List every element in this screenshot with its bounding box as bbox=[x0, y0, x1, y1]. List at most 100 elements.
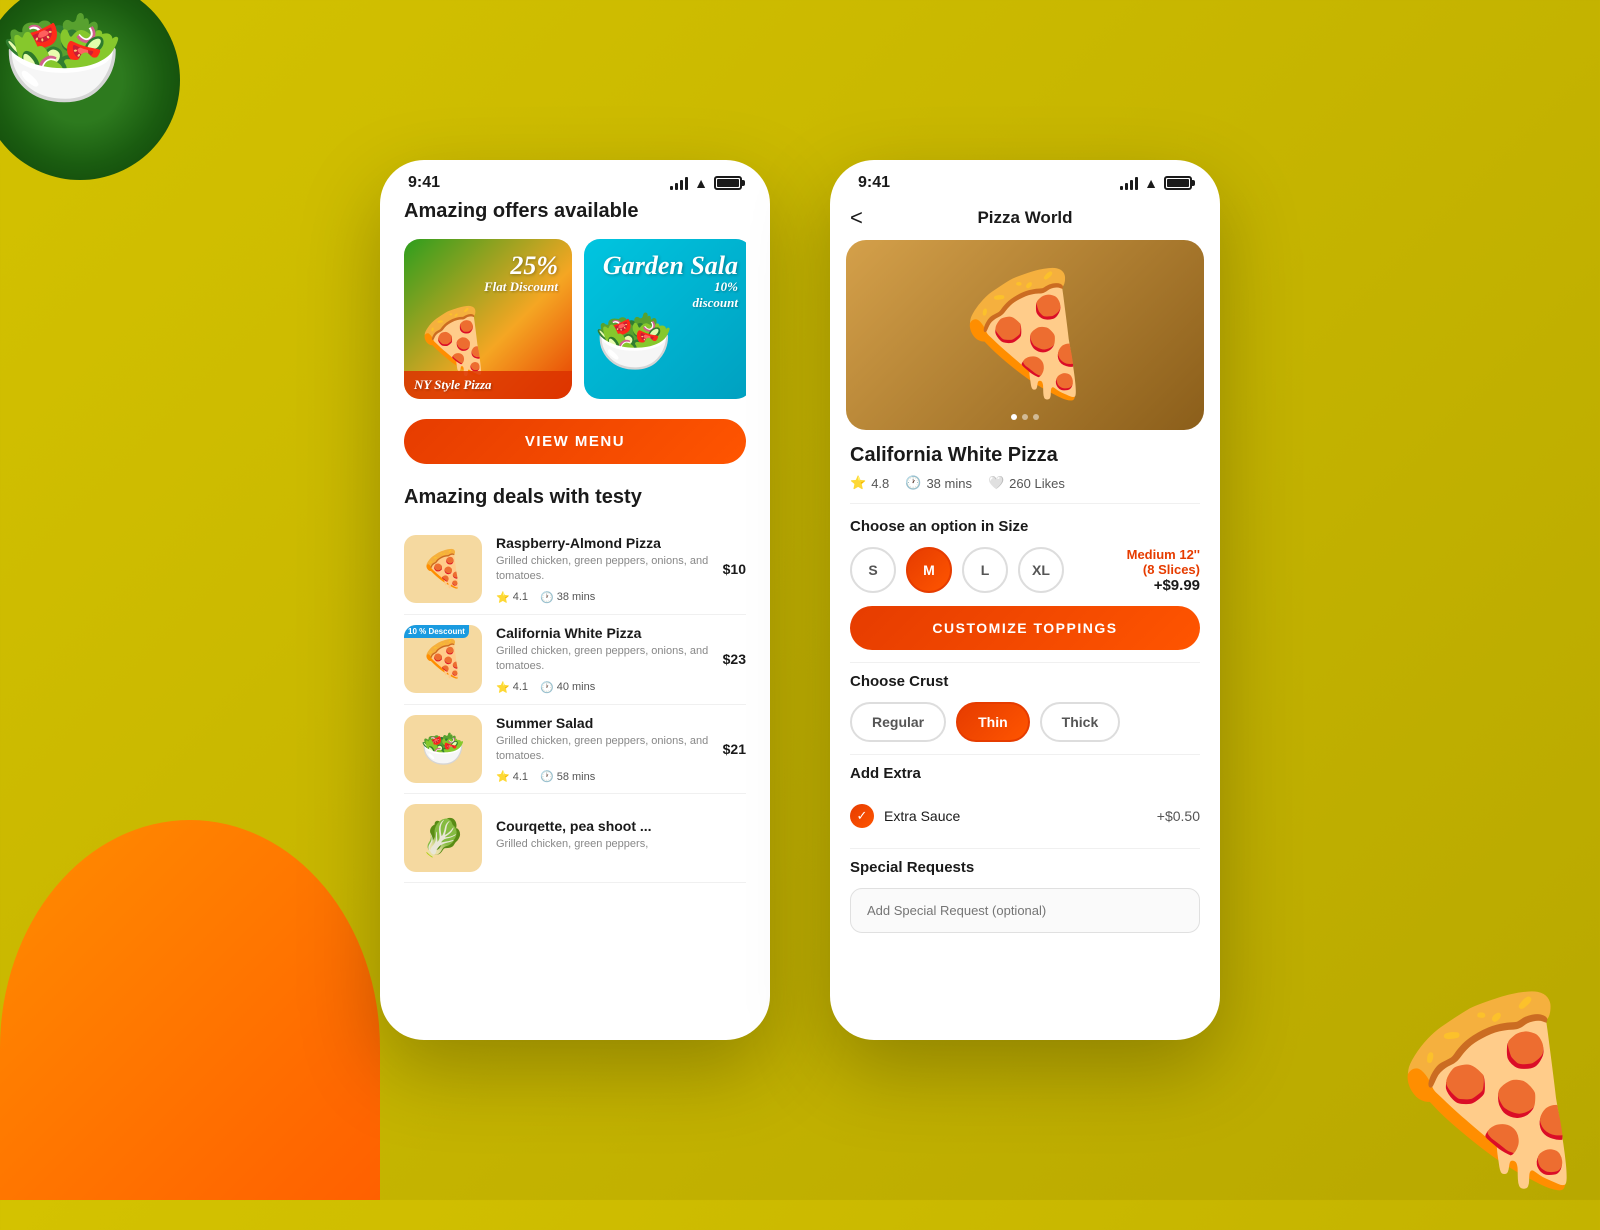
battery-icon-1 bbox=[714, 176, 742, 190]
pizza-decoration bbox=[1350, 950, 1600, 1230]
size-section-label: Choose an option in Size bbox=[850, 518, 1200, 535]
pizza-title: California White Pizza bbox=[850, 444, 1200, 467]
offer2-emoji: 🥗 bbox=[594, 304, 674, 379]
deal-info-3: Courqette, pea shoot ... Grilled chicken… bbox=[496, 818, 746, 858]
extra-item: ✓ Extra Sauce +$0.50 bbox=[850, 794, 1200, 838]
size-btn-l[interactable]: L bbox=[962, 547, 1008, 593]
divider-3 bbox=[850, 848, 1200, 849]
deal-info-1: California White Pizza Grilled chicken, … bbox=[496, 625, 709, 694]
deal-rating-0: ⭐ 4.1 bbox=[496, 591, 528, 604]
extra-price: +$0.50 bbox=[1157, 808, 1200, 824]
deal-item-1[interactable]: 10 % Descount 🍕 California White Pizza G… bbox=[404, 615, 746, 705]
phones-container: 9:41 ▲ Amazing offers available bbox=[380, 160, 1220, 1040]
battery-icon-2 bbox=[1164, 176, 1192, 190]
crust-btn-thin[interactable]: Thin bbox=[956, 702, 1030, 742]
size-info-label: Medium 12'' (8 Slices) bbox=[1080, 547, 1200, 577]
deals-title: Amazing deals with testy bbox=[404, 486, 746, 509]
crust-section-label: Choose Crust bbox=[850, 673, 1200, 690]
offers-title: Amazing offers available bbox=[404, 200, 746, 223]
phone1-content: Amazing offers available 25% Flat Discou… bbox=[380, 200, 770, 1040]
size-info: Medium 12'' (8 Slices) +$9.99 bbox=[1080, 547, 1200, 594]
deal-price-0: $10 bbox=[723, 561, 746, 577]
likes-value: 260 Likes bbox=[1009, 476, 1065, 491]
pizza-image: 🍕 bbox=[846, 240, 1204, 430]
deal-item-0[interactable]: 🍕 Raspberry-Almond Pizza Grilled chicken… bbox=[404, 525, 746, 615]
view-menu-button[interactable]: VIEW MENU bbox=[404, 419, 746, 464]
crust-btn-regular[interactable]: Regular bbox=[850, 702, 946, 742]
special-request-input[interactable] bbox=[850, 888, 1200, 933]
phone2-header: < Pizza World bbox=[830, 200, 1220, 240]
extra-section-label: Add Extra bbox=[850, 765, 1200, 782]
dot-1[interactable] bbox=[1011, 414, 1017, 420]
deal-img-0: 🍕 bbox=[404, 535, 482, 603]
back-button[interactable]: < bbox=[850, 205, 863, 231]
bg-orange-blob bbox=[0, 820, 380, 1200]
deal-desc-0: Grilled chicken, green peppers, onions, … bbox=[496, 554, 709, 585]
deal-img-1: 10 % Descount 🍕 bbox=[404, 625, 482, 693]
phone2-title: Pizza World bbox=[977, 208, 1072, 228]
rating-value: 4.8 bbox=[871, 476, 889, 491]
deal-meta-1: ⭐ 4.1 🕐 40 mins bbox=[496, 681, 709, 694]
size-btn-s[interactable]: S bbox=[850, 547, 896, 593]
deal-time-1: 🕐 40 mins bbox=[540, 681, 595, 694]
check-icon[interactable]: ✓ bbox=[850, 804, 874, 828]
deal-img-3: 🥬 bbox=[404, 804, 482, 872]
time-value: 38 mins bbox=[926, 476, 972, 491]
size-price: +$9.99 bbox=[1080, 577, 1200, 594]
deal-rating-1: ⭐ 4.1 bbox=[496, 681, 528, 694]
status-bar-1: 9:41 ▲ bbox=[380, 160, 770, 200]
meta-likes: 🤍 260 Likes bbox=[988, 475, 1065, 491]
deal-item-2[interactable]: 🥗 Summer Salad Grilled chicken, green pe… bbox=[404, 705, 746, 795]
signal-icon-1 bbox=[670, 176, 688, 190]
phone2: 9:41 ▲ < Pizza World 🍕 bbox=[830, 160, 1220, 1040]
deal-name-2: Summer Salad bbox=[496, 715, 709, 731]
extra-name: Extra Sauce bbox=[884, 808, 960, 824]
offer1-desc: Flat Discount bbox=[484, 279, 558, 295]
offer1-text: 25% Flat Discount bbox=[484, 253, 558, 295]
deal-item-3[interactable]: 🥬 Courqette, pea shoot ... Grilled chick… bbox=[404, 794, 746, 883]
time-2: 9:41 bbox=[858, 174, 890, 192]
divider-1 bbox=[850, 662, 1200, 663]
offer2-text: Garden Sala 10%discount bbox=[603, 253, 738, 310]
deal-desc-1: Grilled chicken, green peppers, onions, … bbox=[496, 644, 709, 675]
offers-cards: 25% Flat Discount 🍕 NY Style Pizza Garde… bbox=[404, 239, 746, 399]
crust-options: Regular Thin Thick bbox=[850, 702, 1200, 742]
deal-desc-2: Grilled chicken, green peppers, onions, … bbox=[496, 734, 709, 765]
wifi-icon-2: ▲ bbox=[1144, 175, 1158, 191]
deal-name-3: Courqette, pea shoot ... bbox=[496, 818, 746, 834]
image-dots bbox=[1011, 414, 1039, 420]
special-section-label: Special Requests bbox=[850, 859, 1200, 876]
divider-2 bbox=[850, 754, 1200, 755]
deal-info-0: Raspberry-Almond Pizza Grilled chicken, … bbox=[496, 535, 709, 604]
deal-name-0: Raspberry-Almond Pizza bbox=[496, 535, 709, 551]
pizza-meta: ⭐ 4.8 🕐 38 mins 🤍 260 Likes bbox=[850, 475, 1200, 504]
dot-3[interactable] bbox=[1033, 414, 1039, 420]
status-bar-2: 9:41 ▲ bbox=[830, 160, 1220, 200]
salad-decoration bbox=[0, 0, 180, 180]
offer2-title: Garden Sala bbox=[603, 253, 738, 279]
deal-price-2: $21 bbox=[723, 741, 746, 757]
offer-card-1[interactable]: 25% Flat Discount 🍕 NY Style Pizza bbox=[404, 239, 572, 399]
deal-meta-2: ⭐ 4.1 🕐 58 mins bbox=[496, 770, 709, 783]
phone1: 9:41 ▲ Amazing offers available bbox=[380, 160, 770, 1040]
crust-btn-thick[interactable]: Thick bbox=[1040, 702, 1121, 742]
status-icons-2: ▲ bbox=[1120, 175, 1192, 191]
deal-meta-0: ⭐ 4.1 🕐 38 mins bbox=[496, 591, 709, 604]
deal-img-2: 🥗 bbox=[404, 715, 482, 783]
wifi-icon-1: ▲ bbox=[694, 175, 708, 191]
discount-badge-1: 10 % Descount bbox=[404, 625, 469, 638]
offer-card-2[interactable]: Garden Sala 10%discount 🥗 bbox=[584, 239, 746, 399]
dot-2[interactable] bbox=[1022, 414, 1028, 420]
time-1: 9:41 bbox=[408, 174, 440, 192]
customize-button[interactable]: CUSTOMIZE TOPPINGS bbox=[850, 606, 1200, 650]
offer1-percent: 25% bbox=[484, 253, 558, 279]
deal-desc-3: Grilled chicken, green peppers, bbox=[496, 837, 746, 852]
size-btn-xl[interactable]: XL bbox=[1018, 547, 1064, 593]
offer1-label: NY Style Pizza bbox=[404, 371, 572, 399]
deal-time-0: 🕐 38 mins bbox=[540, 591, 595, 604]
meta-rating: ⭐ 4.8 bbox=[850, 475, 889, 491]
deal-rating-2: ⭐ 4.1 bbox=[496, 770, 528, 783]
deal-time-2: 🕐 58 mins bbox=[540, 770, 595, 783]
size-btn-m[interactable]: M bbox=[906, 547, 952, 593]
offer1-emoji: 🍕 bbox=[414, 304, 494, 379]
